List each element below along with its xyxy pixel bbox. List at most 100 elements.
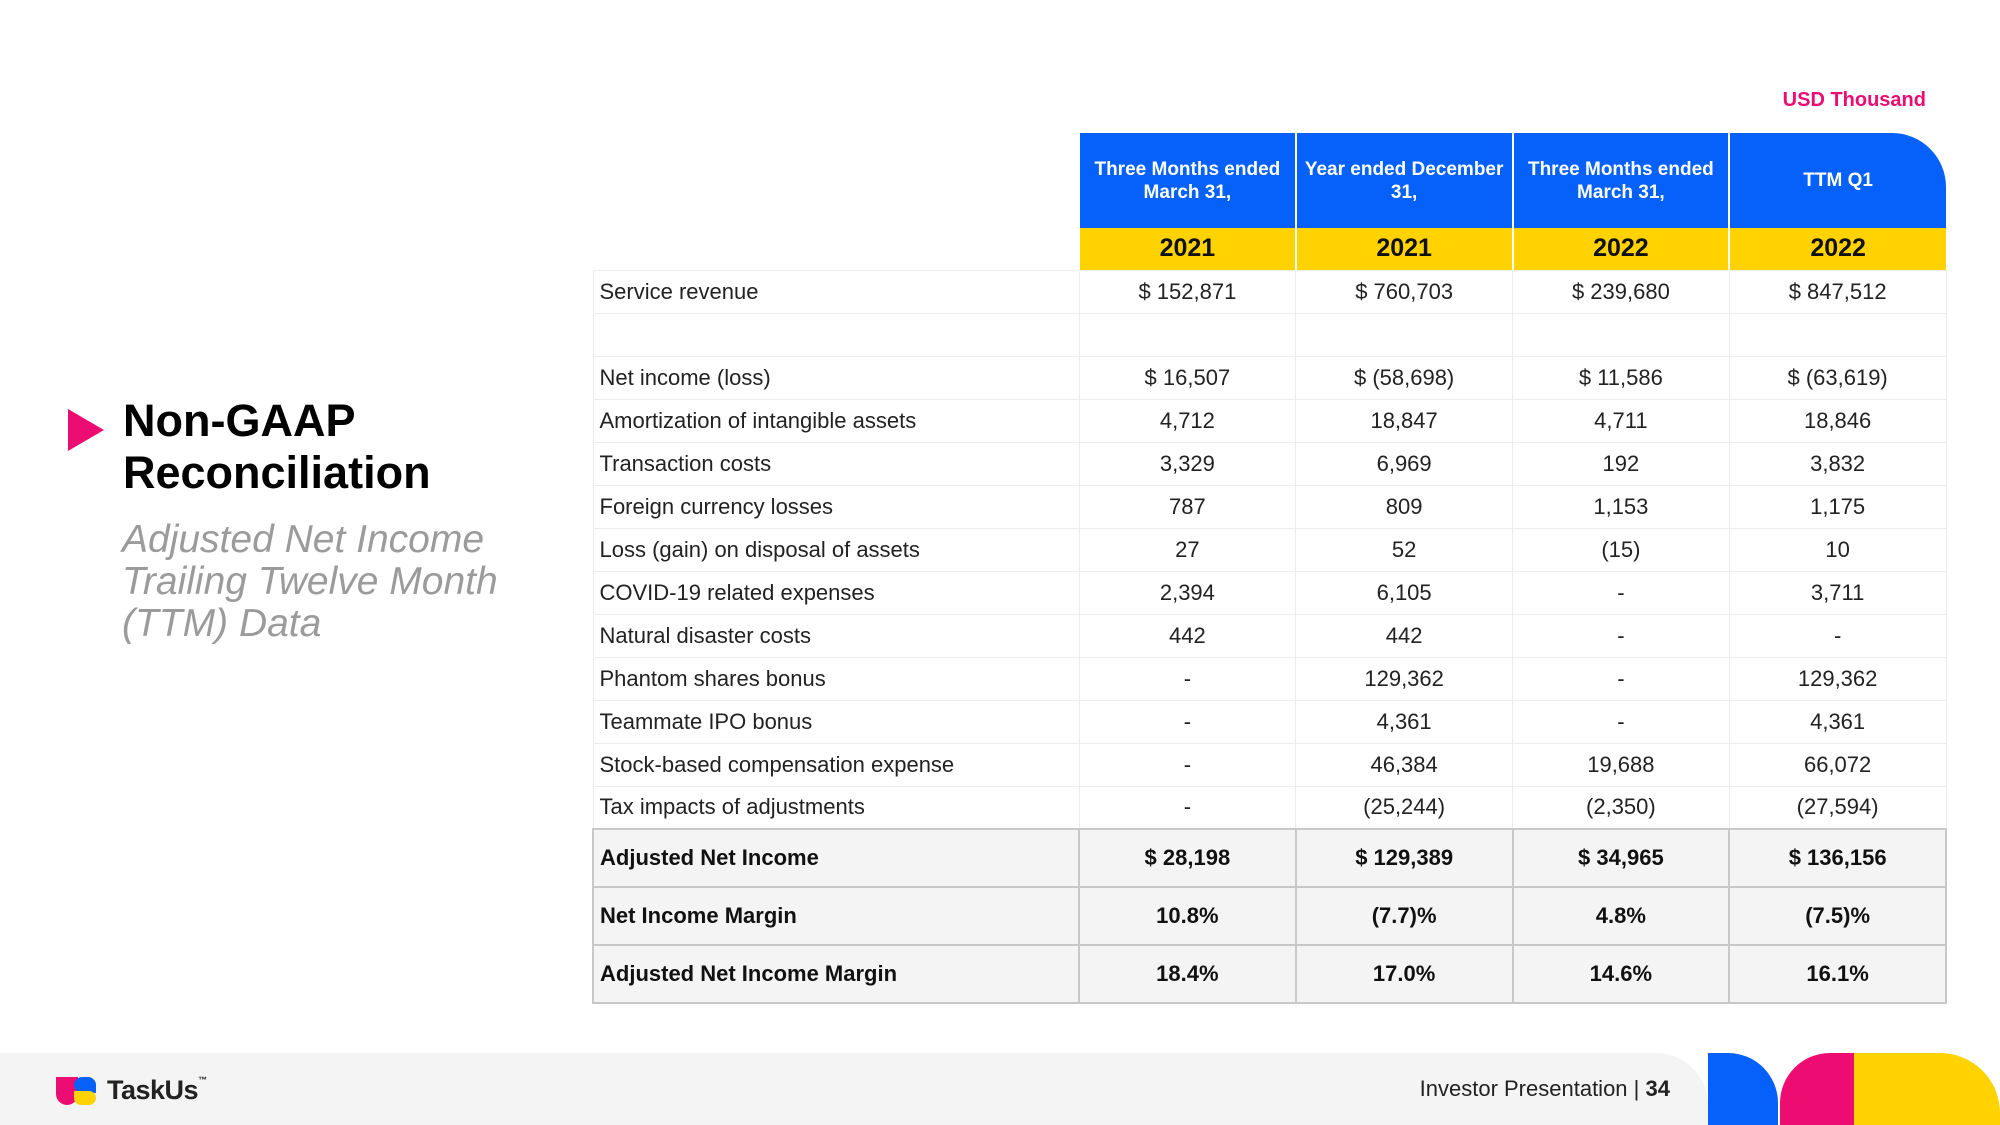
page-subtitle: Adjusted Net Income Trailing Twelve Mont…: [122, 518, 498, 645]
row-value: $ 760,703: [1295, 269, 1513, 314]
summary-value: $ 28,198: [1078, 828, 1297, 888]
logo-mark-yellow: [74, 1091, 96, 1105]
row-label: Amortization of intangible assets: [592, 398, 1080, 443]
row-value: 3,711: [1728, 570, 1947, 615]
summary-value: 10.8%: [1078, 886, 1297, 946]
table-row: Net income (loss) $ 16,507 $ (58,698) $ …: [592, 355, 1947, 400]
page-title: Non-GAAP Reconciliation: [123, 395, 431, 498]
row-value: 10: [1728, 527, 1947, 572]
column-header: Three Months ended March 31,: [1078, 133, 1296, 228]
row-value: 27: [1078, 527, 1297, 572]
row-value: 442: [1295, 613, 1513, 658]
column-header: Year ended December 31,: [1294, 133, 1513, 228]
summary-value: $ 34,965: [1511, 828, 1731, 888]
summary-value: $ 129,389: [1294, 828, 1514, 888]
year-header: 2021: [1294, 228, 1513, 270]
year-header: 2021: [1078, 228, 1296, 270]
page-number: 34: [1645, 1076, 1670, 1101]
row-label: COVID-19 related expenses: [592, 570, 1080, 615]
summary-value: 17.0%: [1294, 944, 1514, 1004]
row-value: -: [1078, 656, 1297, 701]
play-arrow-icon: [68, 409, 104, 451]
row-value: 3,832: [1728, 441, 1947, 486]
row-value: $ 11,586: [1512, 355, 1730, 400]
summary-value: 16.1%: [1728, 944, 1947, 1004]
unit-label: USD Thousand: [1782, 89, 1926, 111]
row-value: 787: [1078, 484, 1297, 529]
table-row: Natural disaster costs 442 442 - -: [592, 613, 1947, 658]
row-value: 129,362: [1295, 656, 1513, 701]
table-row: COVID-19 related expenses 2,394 6,105 - …: [592, 570, 1947, 615]
row-value: 52: [1295, 527, 1513, 572]
row-value: 442: [1078, 613, 1297, 658]
row-value: $ (63,619): [1728, 355, 1947, 400]
row-value: -: [1728, 613, 1947, 658]
row-label: Net income (loss): [592, 355, 1080, 400]
table-row: Service revenue $ 152,871 $ 760,703 $ 23…: [592, 269, 1947, 314]
row-value: $ 847,512: [1728, 269, 1947, 314]
logo-wordmark: TaskUs™: [107, 1075, 207, 1106]
row-value: 66,072: [1728, 742, 1947, 787]
logo-trademark: ™: [198, 1075, 207, 1085]
reconciliation-table: Three Months ended March 31, Year ended …: [592, 133, 1947, 1004]
year-header: 2022: [1728, 228, 1946, 270]
summary-label: Adjusted Net Income: [592, 828, 1080, 888]
summary-value: (7.5)%: [1728, 886, 1947, 946]
summary-row: Adjusted Net Income Margin 18.4% 17.0% 1…: [592, 944, 1947, 1004]
row-label: Tax impacts of adjustments: [592, 785, 1080, 830]
row-label: Transaction costs: [592, 441, 1080, 486]
summary-row: Adjusted Net Income $ 28,198 $ 129,389 $…: [592, 828, 1947, 888]
row-value: -: [1078, 699, 1297, 744]
header-blank: [593, 133, 1079, 228]
row-value: 4,361: [1295, 699, 1513, 744]
row-value: 6,969: [1295, 441, 1513, 486]
decor-yellow-shape: [1854, 1053, 2000, 1125]
spacer-row: [592, 312, 1947, 357]
table-row: Teammate IPO bonus - 4,361 - 4,361: [592, 699, 1947, 744]
summary-label: Adjusted Net Income Margin: [592, 944, 1080, 1004]
row-value: $ 152,871: [1078, 269, 1297, 314]
row-value: 1,153: [1512, 484, 1730, 529]
row-value: $ 16,507: [1078, 355, 1297, 400]
row-value: 19,688: [1512, 742, 1730, 787]
table-row: Amortization of intangible assets 4,712 …: [592, 398, 1947, 443]
row-value: -: [1078, 785, 1297, 830]
row-value: 192: [1512, 441, 1730, 486]
table-row: Phantom shares bonus - 129,362 - 129,362: [592, 656, 1947, 701]
row-value: 129,362: [1728, 656, 1947, 701]
table-row: Stock-based compensation expense - 46,38…: [592, 742, 1947, 787]
row-value: (27,594): [1728, 785, 1947, 830]
summary-label: Net Income Margin: [592, 886, 1080, 946]
row-value: -: [1078, 742, 1297, 787]
row-value: 18,846: [1728, 398, 1947, 443]
year-blank: [593, 228, 1079, 270]
logo-text: TaskUs: [107, 1075, 199, 1105]
row-value: 46,384: [1295, 742, 1513, 787]
row-label: Loss (gain) on disposal of assets: [592, 527, 1080, 572]
row-value: -: [1512, 699, 1730, 744]
table-row: Loss (gain) on disposal of assets 27 52 …: [592, 527, 1947, 572]
row-label: Natural disaster costs: [592, 613, 1080, 658]
decor-pink-shape: [1780, 1053, 1854, 1125]
summary-value: 14.6%: [1511, 944, 1731, 1004]
row-label: Service revenue: [592, 269, 1080, 314]
row-value: 4,711: [1512, 398, 1730, 443]
table-row: Transaction costs 3,329 6,969 192 3,832: [592, 441, 1947, 486]
row-value: 4,712: [1078, 398, 1297, 443]
column-header: TTM Q1: [1728, 133, 1946, 228]
row-label: Teammate IPO bonus: [592, 699, 1080, 744]
table-row: Tax impacts of adjustments - (25,244) (2…: [592, 785, 1947, 830]
summary-value: $ 136,156: [1728, 828, 1947, 888]
row-value: 2,394: [1078, 570, 1297, 615]
footer-separator: |: [1633, 1076, 1640, 1101]
row-value: 18,847: [1295, 398, 1513, 443]
summary-value: 18.4%: [1078, 944, 1297, 1004]
row-value: $ 239,680: [1512, 269, 1730, 314]
row-value: (25,244): [1295, 785, 1513, 830]
row-value: 3,329: [1078, 441, 1297, 486]
summary-value: (7.7)%: [1294, 886, 1514, 946]
table-row: Foreign currency losses 787 809 1,153 1,…: [592, 484, 1947, 529]
decor-blue-shape: [1708, 1053, 1778, 1125]
row-value: 4,361: [1728, 699, 1947, 744]
summary-row: Net Income Margin 10.8% (7.7)% 4.8% (7.5…: [592, 886, 1947, 946]
